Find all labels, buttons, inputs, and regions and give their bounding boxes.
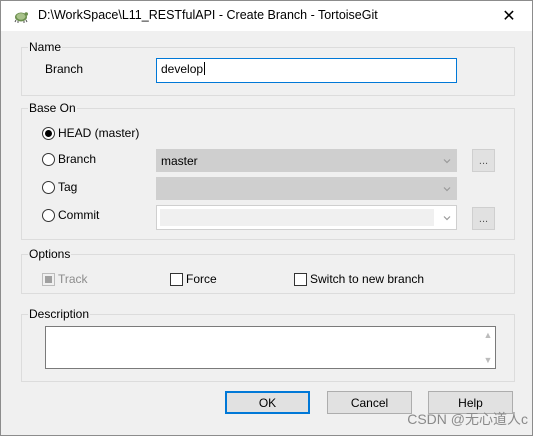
browse-commit-label: ... [478, 212, 489, 225]
chevron-down-icon [443, 187, 451, 192]
branch-name-label: Branch [45, 62, 84, 76]
ok-button-label: OK [258, 395, 277, 410]
base-branch-value: master [161, 154, 198, 168]
scroll-up-icon[interactable]: ▲ [483, 330, 493, 340]
commit-combo-field [160, 209, 434, 226]
track-checkbox-label[interactable]: Track [58, 272, 88, 286]
head-radio-label[interactable]: HEAD (master) [58, 126, 139, 140]
force-checkbox[interactable] [170, 273, 183, 286]
browse-commit-button[interactable]: ... [472, 207, 495, 230]
commit-radio[interactable] [42, 209, 55, 222]
branch-name-input[interactable]: develop [156, 58, 457, 83]
options-group [21, 254, 515, 294]
name-group-label: Name [28, 40, 63, 54]
tag-combo[interactable] [156, 177, 457, 200]
create-branch-dialog: D:\WorkSpace\L11_RESTfulAPI - Create Bra… [0, 0, 533, 436]
window-title: D:\WorkSpace\L11_RESTfulAPI - Create Bra… [38, 8, 378, 22]
close-icon: ✕ [502, 8, 516, 25]
description-textarea[interactable]: ▲ ▼ [45, 326, 496, 369]
tortoisegit-icon [13, 8, 29, 24]
options-group-label: Options [28, 247, 72, 261]
tag-radio-label[interactable]: Tag [58, 180, 77, 194]
text-caret [204, 62, 206, 75]
track-checkbox[interactable] [42, 273, 55, 286]
base-branch-combo[interactable]: master [156, 149, 457, 172]
close-button[interactable]: ✕ [486, 1, 532, 31]
browse-branch-button[interactable]: ... [472, 149, 495, 172]
switch-branch-checkbox[interactable] [294, 273, 307, 286]
description-group-label: Description [28, 307, 91, 321]
branch-radio[interactable] [42, 153, 55, 166]
branch-name-value: develop [161, 62, 204, 76]
watermark: CSDN @无心道人c [407, 411, 528, 427]
chevron-down-icon [443, 216, 451, 221]
force-checkbox-label[interactable]: Force [186, 272, 217, 286]
ok-button[interactable]: OK [225, 391, 310, 414]
commit-radio-label[interactable]: Commit [58, 208, 99, 222]
chevron-down-icon [443, 159, 451, 164]
scroll-down-icon[interactable]: ▼ [483, 355, 493, 365]
cancel-button[interactable]: Cancel [327, 391, 412, 414]
commit-combo[interactable] [156, 205, 457, 230]
base-on-group-label: Base On [28, 101, 77, 115]
switch-branch-checkbox-label[interactable]: Switch to new branch [310, 272, 424, 286]
tag-radio[interactable] [42, 181, 55, 194]
title-bar: D:\WorkSpace\L11_RESTfulAPI - Create Bra… [1, 1, 532, 31]
help-button-label: Help [458, 395, 483, 410]
branch-radio-label[interactable]: Branch [58, 152, 96, 166]
head-radio[interactable] [42, 127, 55, 140]
browse-branch-label: ... [478, 154, 489, 167]
cancel-button-label: Cancel [350, 395, 389, 410]
